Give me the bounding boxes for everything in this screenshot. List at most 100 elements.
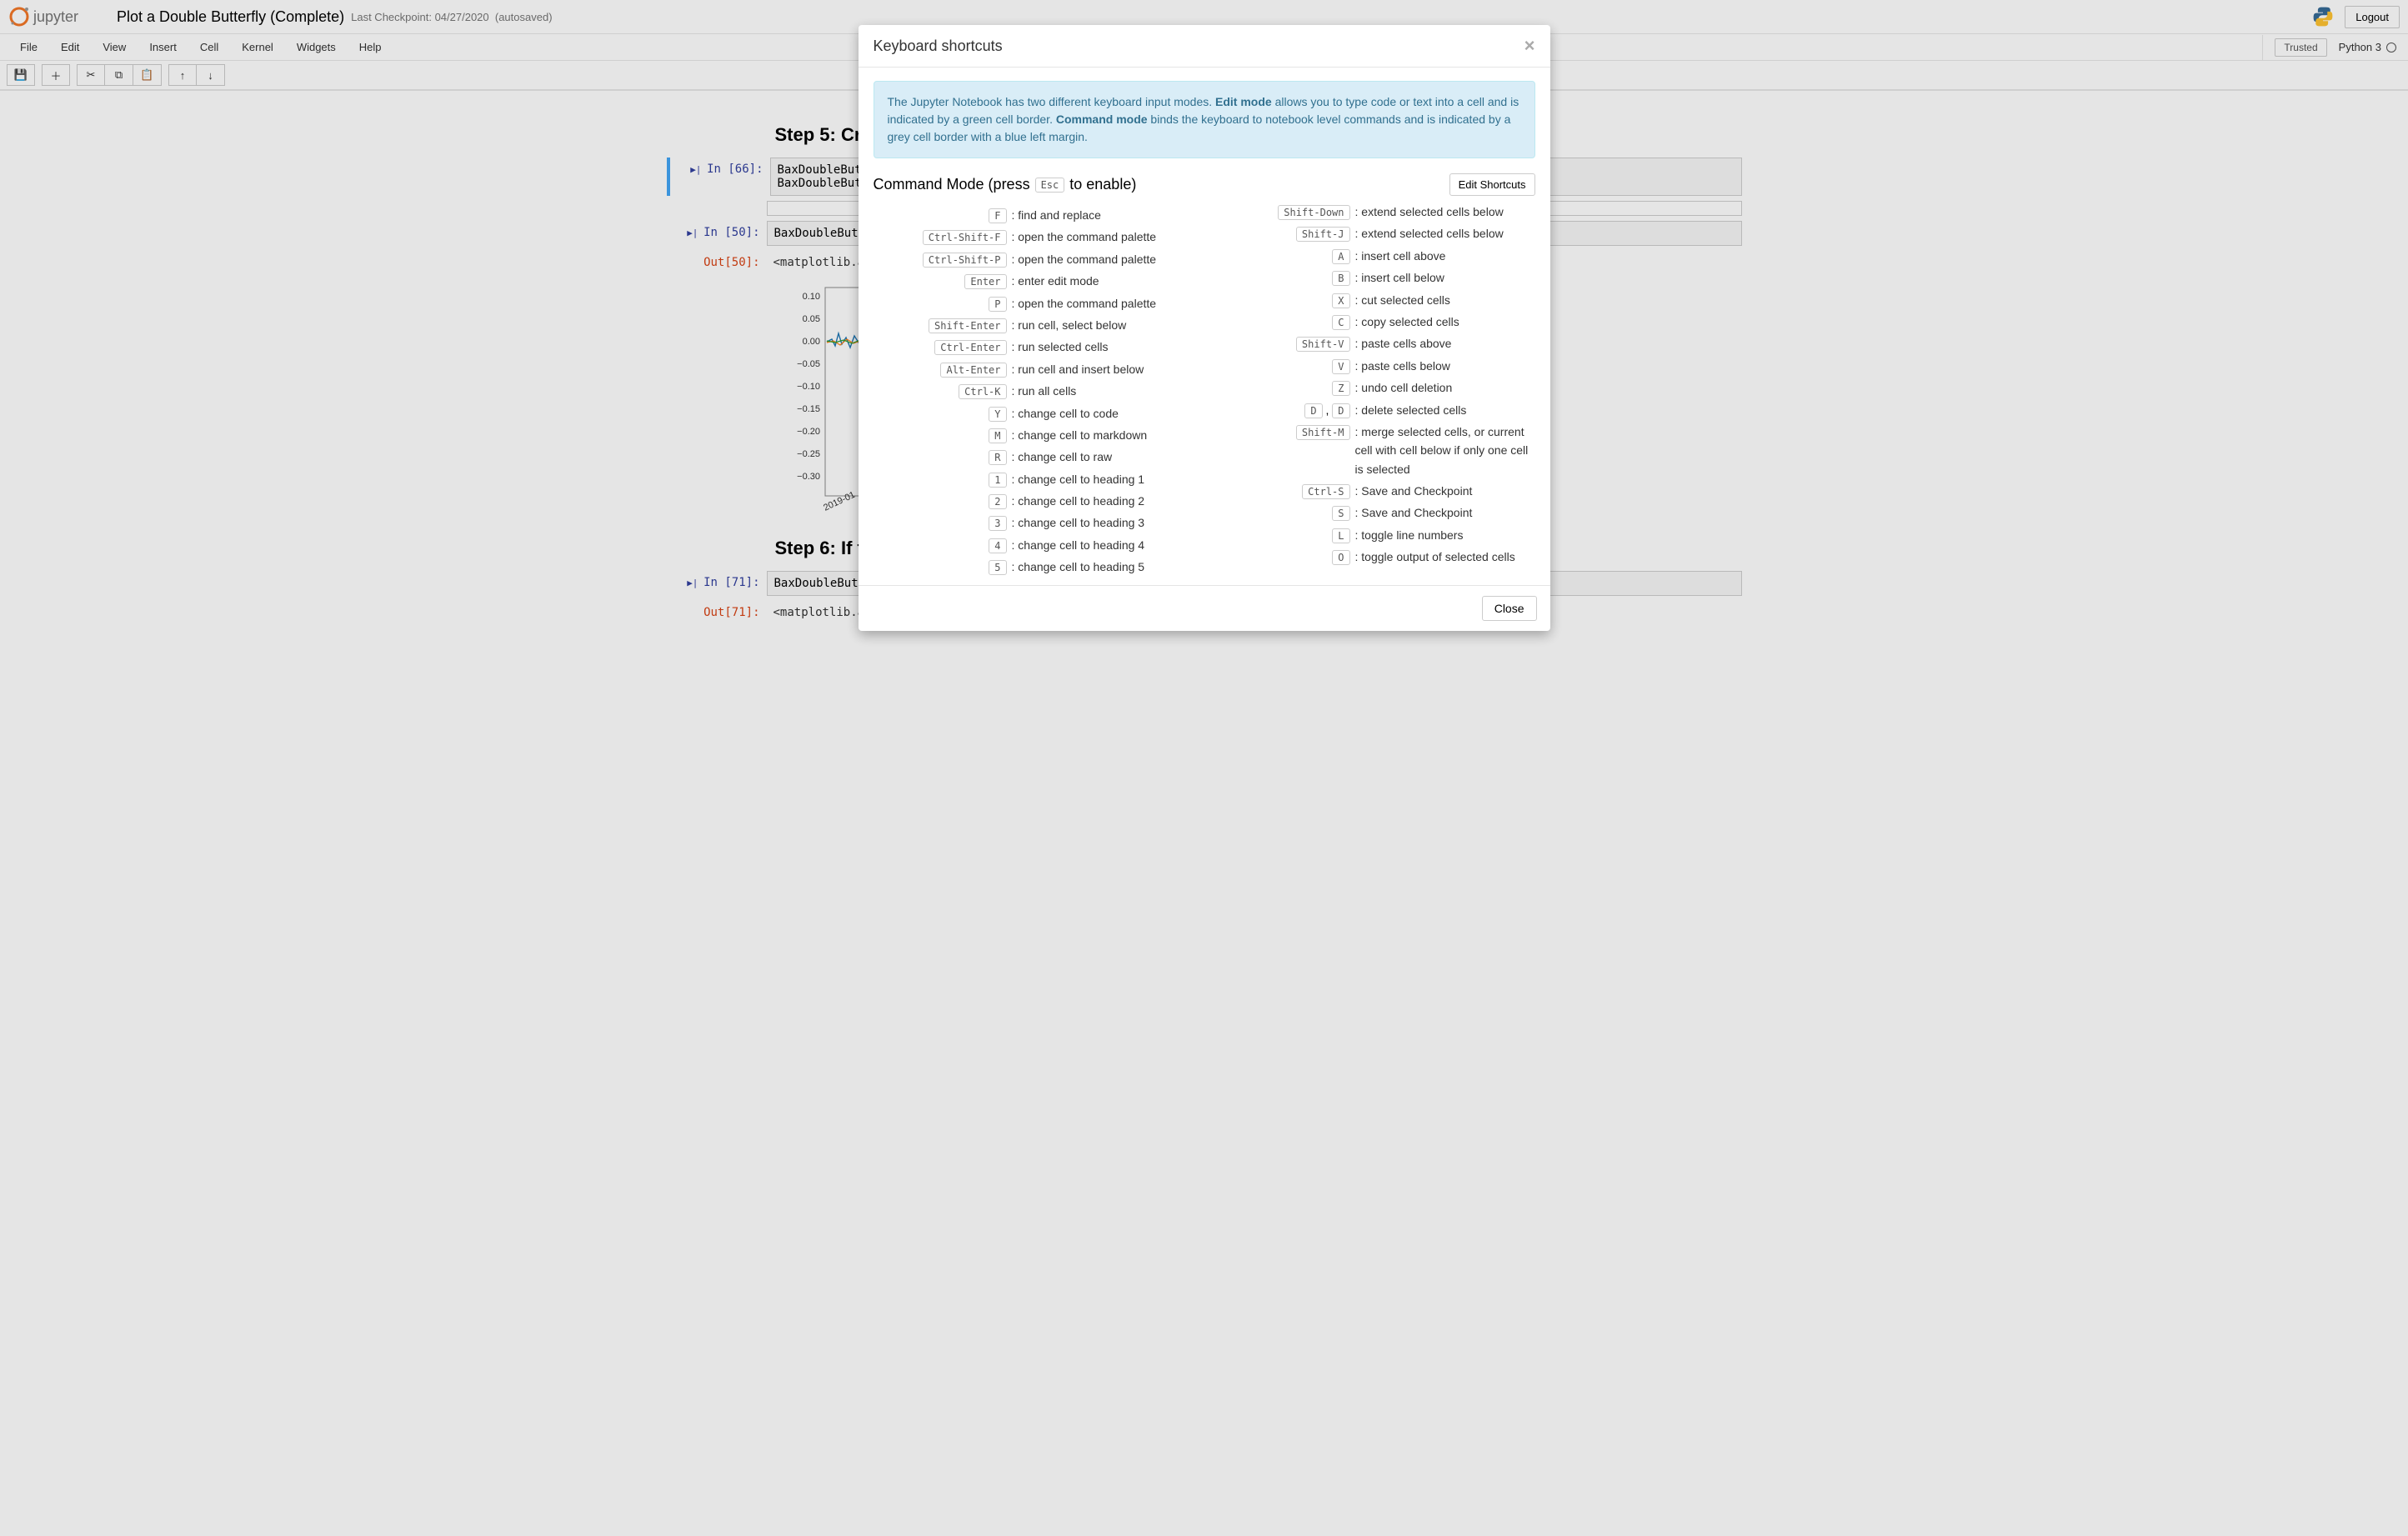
shortcut-desc: : toggle output of selected cells	[1350, 548, 1515, 566]
kbd-key: C	[1332, 315, 1349, 330]
shortcut-desc: : copy selected cells	[1350, 313, 1459, 331]
kbd-key: V	[1332, 359, 1349, 374]
shortcut-desc: : delete selected cells	[1350, 401, 1467, 419]
shortcut-desc: : undo cell deletion	[1350, 378, 1453, 397]
kbd-key: B	[1332, 271, 1349, 286]
kbd-key: D	[1332, 403, 1349, 418]
command-mode-heading: Command Mode (press Esc to enable)	[874, 176, 1137, 193]
kbd-key: Ctrl-S	[1302, 484, 1349, 499]
kbd-key: 1	[989, 473, 1006, 488]
shortcut-desc: : open the command palette	[1007, 294, 1157, 313]
shortcut-row: V: paste cells below	[1217, 357, 1535, 375]
shortcut-row: X: cut selected cells	[1217, 291, 1535, 309]
kbd-key: S	[1332, 506, 1349, 521]
kbd-key: Ctrl-Shift-F	[923, 230, 1007, 245]
kbd-key: X	[1332, 293, 1349, 308]
kbd-key: Ctrl-K	[959, 384, 1006, 399]
shortcut-desc: : extend selected cells below	[1350, 203, 1504, 221]
shortcut-desc: : open the command palette	[1007, 250, 1157, 268]
shortcut-row: C: copy selected cells	[1217, 313, 1535, 331]
shortcut-row: Ctrl-Enter: run selected cells	[874, 338, 1192, 356]
kbd-key: Ctrl-Shift-P	[923, 253, 1007, 268]
shortcut-desc: : change cell to heading 1	[1007, 470, 1145, 488]
shortcut-row: Shift-V: paste cells above	[1217, 334, 1535, 353]
shortcut-row: A: insert cell above	[1217, 247, 1535, 265]
shortcut-desc: : find and replace	[1007, 206, 1101, 224]
close-button[interactable]: Close	[1482, 596, 1537, 621]
shortcut-row: Shift-M: merge selected cells, or curren…	[1217, 423, 1535, 478]
shortcut-desc: : change cell to heading 4	[1007, 536, 1145, 554]
shortcut-row: Enter: enter edit mode	[874, 272, 1192, 290]
shortcut-desc: : change cell to markdown	[1007, 426, 1148, 444]
kbd-key: A	[1332, 249, 1349, 264]
shortcut-row: 5: change cell to heading 5	[874, 558, 1192, 576]
shortcut-desc: : enter edit mode	[1007, 272, 1099, 290]
shortcut-desc: : run all cells	[1007, 382, 1077, 400]
kbd-key: 3	[989, 516, 1006, 531]
kbd-key: Ctrl-Enter	[934, 340, 1006, 355]
shortcut-row: 3: change cell to heading 3	[874, 513, 1192, 532]
shortcut-row: Z: undo cell deletion	[1217, 378, 1535, 397]
modal-overlay[interactable]: Keyboard shortcuts × The Jupyter Noteboo…	[0, 0, 2408, 1536]
shortcut-desc: : open the command palette	[1007, 228, 1157, 246]
shortcut-row: F: find and replace	[874, 206, 1192, 224]
kbd-key: F	[989, 208, 1006, 223]
shortcut-desc: : Save and Checkpoint	[1350, 503, 1473, 522]
shortcut-row: 1: change cell to heading 1	[874, 470, 1192, 488]
shortcut-desc: : paste cells above	[1350, 334, 1452, 353]
shortcut-row: D , D: delete selected cells	[1217, 401, 1535, 419]
shortcut-row: Y: change cell to code	[874, 404, 1192, 423]
kbd-key: Alt-Enter	[940, 363, 1006, 378]
shortcut-row: Ctrl-S: Save and Checkpoint	[1217, 482, 1535, 500]
kbd-key: R	[989, 450, 1006, 465]
shortcut-row: L: toggle line numbers	[1217, 526, 1535, 544]
close-icon[interactable]: ×	[1524, 37, 1535, 55]
shortcut-row: Ctrl-Shift-P: open the command palette	[874, 250, 1192, 268]
shortcut-row: B: insert cell below	[1217, 268, 1535, 287]
shortcut-row: Ctrl-K: run all cells	[874, 382, 1192, 400]
kbd-key: Shift-Down	[1278, 205, 1349, 220]
shortcut-row: 2: change cell to heading 2	[874, 492, 1192, 510]
shortcut-desc: : paste cells below	[1350, 357, 1450, 375]
modal-title: Keyboard shortcuts	[874, 38, 1003, 55]
kbd-key: Y	[989, 407, 1006, 422]
shortcut-row: Alt-Enter: run cell and insert below	[874, 360, 1192, 378]
shortcut-row: Ctrl-Shift-F: open the command palette	[874, 228, 1192, 246]
kbd-key: Shift-M	[1296, 425, 1350, 440]
kbd-key: Shift-Enter	[929, 318, 1006, 333]
shortcut-desc: : change cell to raw	[1007, 448, 1113, 466]
shortcut-desc: : change cell to code	[1007, 404, 1119, 423]
shortcut-row: Shift-J: extend selected cells below	[1217, 224, 1535, 243]
shortcut-row: Shift-Enter: run cell, select below	[874, 316, 1192, 334]
kbd-key: Shift-J	[1296, 227, 1350, 242]
kbd-key: O	[1332, 550, 1349, 565]
shortcut-row: M: change cell to markdown	[874, 426, 1192, 444]
shortcut-desc: : change cell to heading 3	[1007, 513, 1145, 532]
kbd-key: M	[989, 428, 1006, 443]
shortcut-desc: : insert cell above	[1350, 247, 1446, 265]
edit-shortcuts-button[interactable]: Edit Shortcuts	[1449, 173, 1535, 196]
shortcut-desc: : run cell and insert below	[1007, 360, 1144, 378]
shortcut-row: R: change cell to raw	[874, 448, 1192, 466]
kbd-key: Z	[1332, 381, 1349, 396]
shortcut-desc: : change cell to heading 2	[1007, 492, 1145, 510]
kbd-key: 5	[989, 560, 1006, 575]
kbd-key: L	[1332, 528, 1349, 543]
shortcut-desc: : change cell to heading 5	[1007, 558, 1145, 576]
shortcut-row: S: Save and Checkpoint	[1217, 503, 1535, 522]
shortcut-desc: : cut selected cells	[1350, 291, 1450, 309]
shortcut-desc: : insert cell below	[1350, 268, 1444, 287]
shortcut-row: P: open the command palette	[874, 294, 1192, 313]
kbd-key: Shift-V	[1296, 337, 1350, 352]
shortcut-row: O: toggle output of selected cells	[1217, 548, 1535, 566]
shortcut-desc: : run cell, select below	[1007, 316, 1127, 334]
kbd-key: D	[1304, 403, 1322, 418]
keyboard-shortcuts-modal: Keyboard shortcuts × The Jupyter Noteboo…	[859, 25, 1550, 631]
kbd-key: Enter	[964, 274, 1006, 289]
shortcut-desc: : run selected cells	[1007, 338, 1109, 356]
kbd-key: 2	[989, 494, 1006, 509]
mode-explanation: The Jupyter Notebook has two different k…	[874, 81, 1535, 158]
kbd-key: 4	[989, 538, 1006, 553]
shortcut-desc: : merge selected cells, or current cell …	[1350, 423, 1535, 478]
shortcut-desc: : extend selected cells below	[1350, 224, 1504, 243]
